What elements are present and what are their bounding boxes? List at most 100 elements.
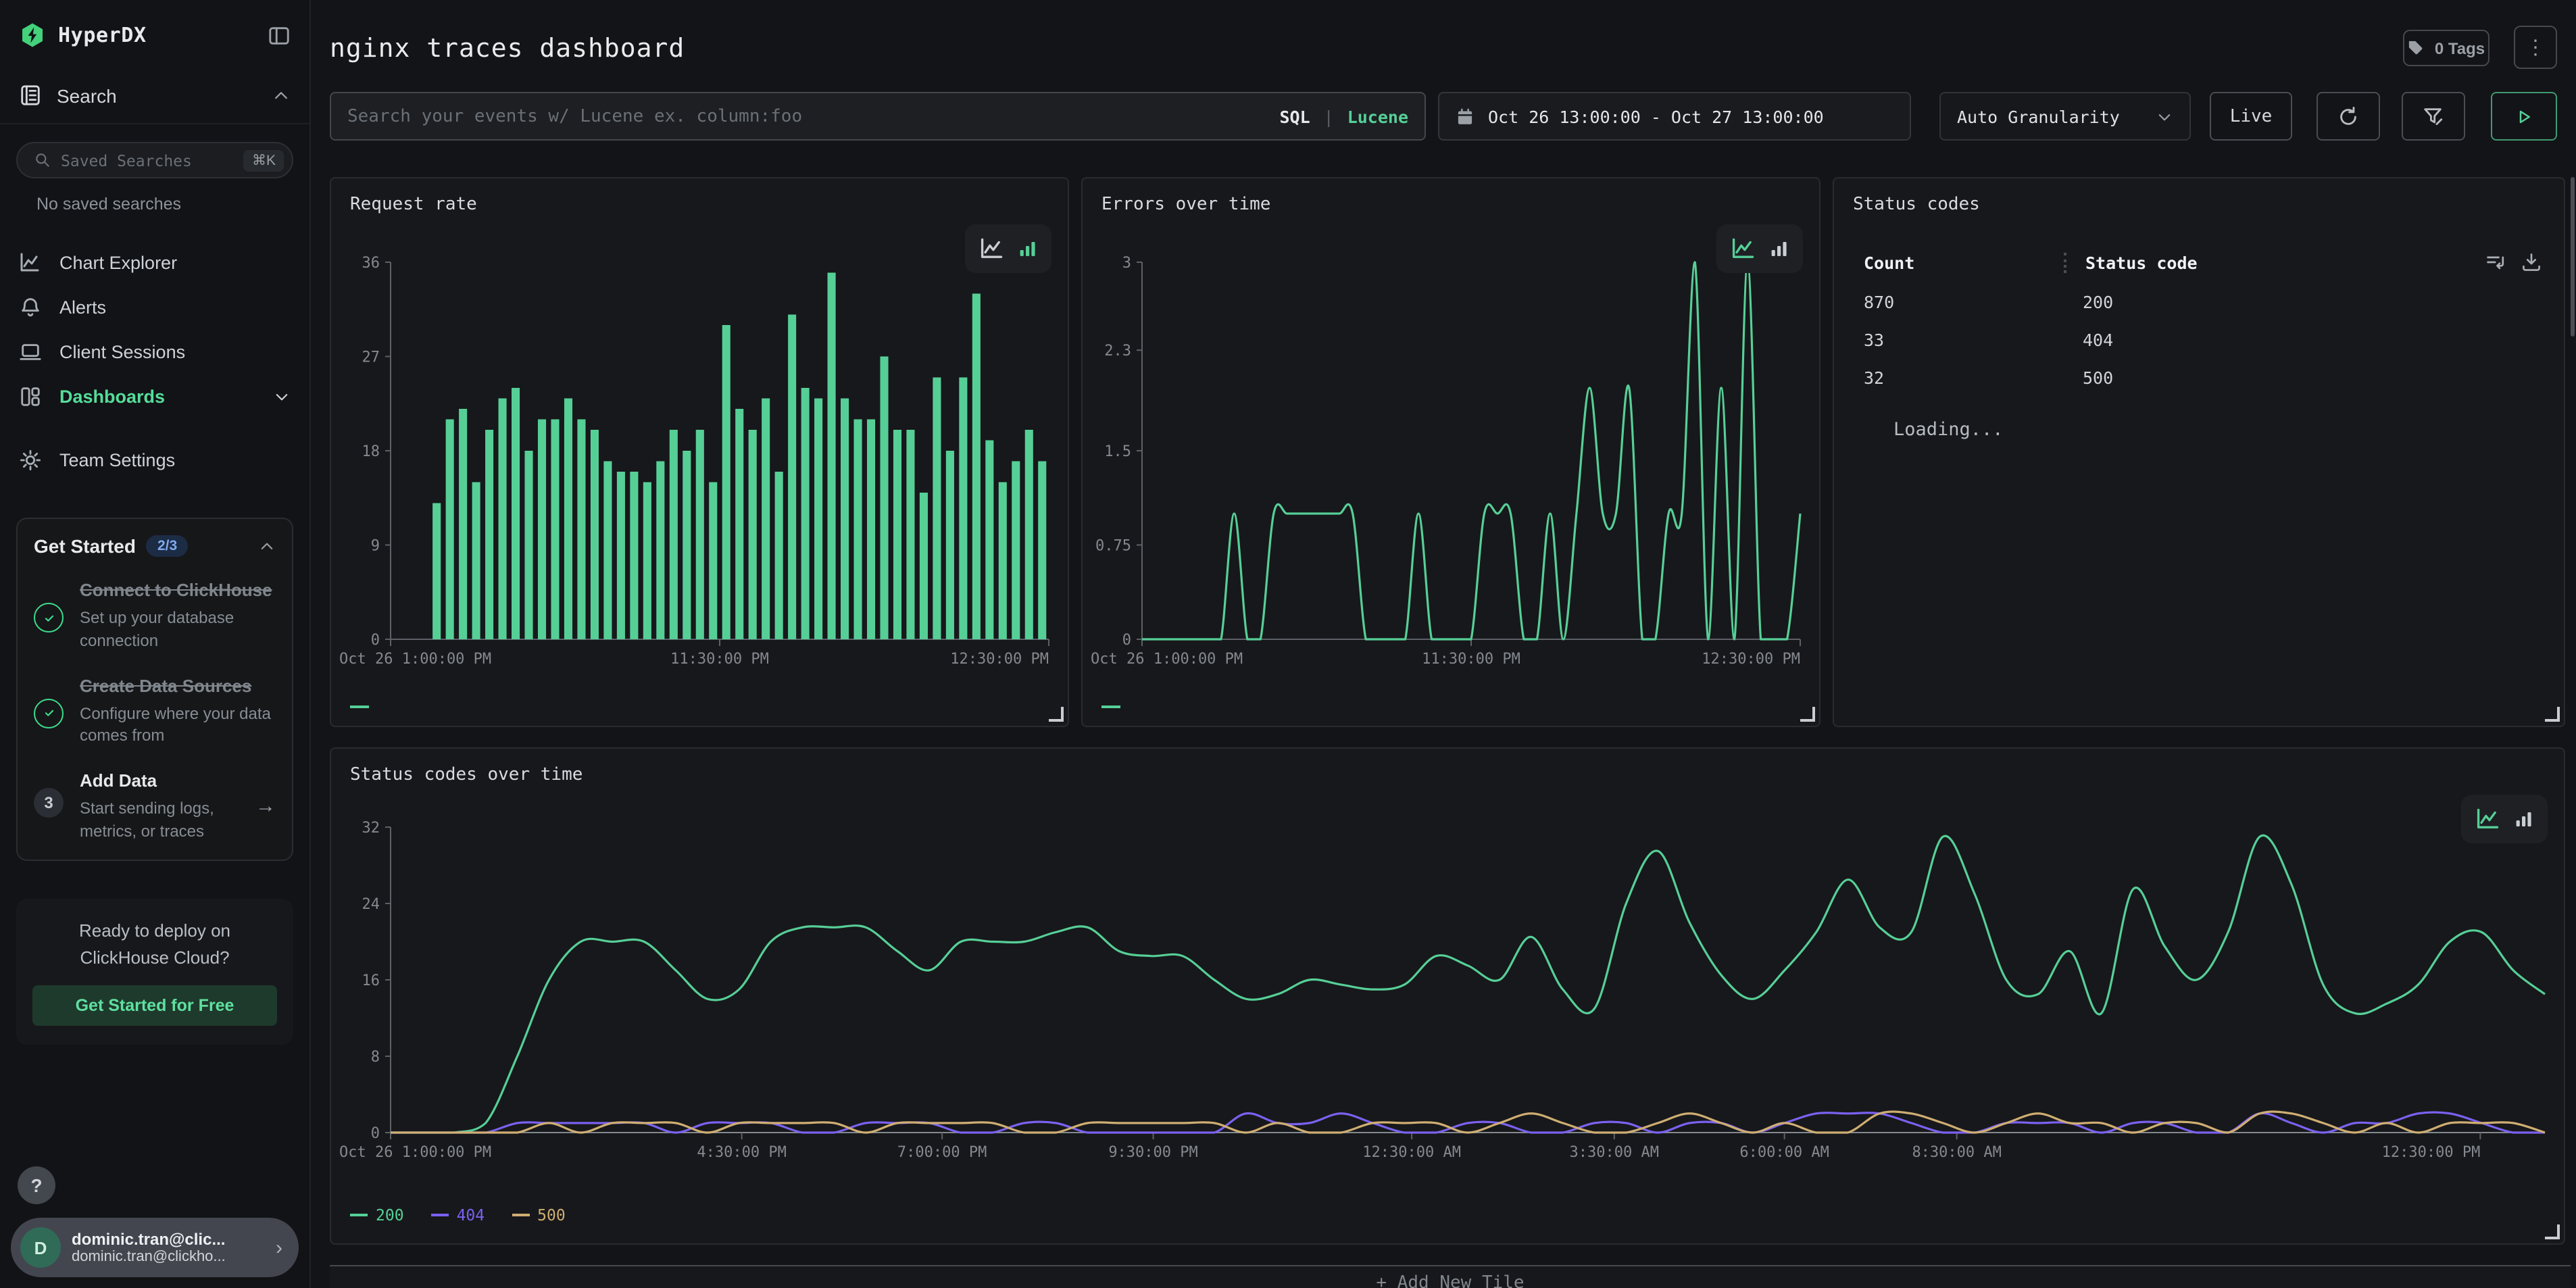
chart-legend: 200 404 500 <box>350 1206 566 1224</box>
logo-row: HyperDX <box>0 0 309 49</box>
event-search-input[interactable]: Search your events w/ Lucene ex. column:… <box>330 92 1426 141</box>
more-menu-button[interactable]: ⋮ <box>2514 26 2557 69</box>
step-desc: Start sending logs, metrics, or traces <box>80 797 239 843</box>
live-button[interactable]: Live <box>2210 92 2292 141</box>
play-icon <box>2514 106 2534 126</box>
granularity-select[interactable]: Auto Granularity <box>1939 92 2191 141</box>
tile-status-codes-over-time: Status codes over time 08162432Oct 26 1:… <box>330 747 2565 1245</box>
chevron-down-icon <box>2156 107 2173 125</box>
step-desc: Set up your database connection <box>80 607 276 652</box>
app-name: HyperDX <box>58 23 255 47</box>
legend-item-404[interactable]: 404 <box>431 1206 485 1224</box>
dashboards-icon <box>19 385 43 408</box>
filter-button[interactable] <box>2402 92 2465 141</box>
user-email: dominic.tran@clickho... <box>72 1249 265 1265</box>
sql-toggle[interactable]: SQL <box>1279 106 1310 126</box>
svg-text:Oct 26 1:00:00 PM: Oct 26 1:00:00 PM <box>1091 651 1243 668</box>
bar-chart-icon[interactable] <box>2512 808 2535 831</box>
arrow-right-icon: → <box>255 795 276 818</box>
request-rate-chart[interactable]: 09182736Oct 26 1:00:00 PM11:30:00 PM12:3… <box>337 251 1057 672</box>
main-content: nginx traces dashboard 0 Tags ⋮ Search y… <box>311 0 2576 1288</box>
chart-type-toggle <box>965 224 1051 273</box>
chevron-right-icon: › <box>276 1236 282 1259</box>
get-started-card: Get Started 2/3 Connect to ClickHouse Se… <box>16 518 293 861</box>
run-query-button[interactable] <box>2491 92 2557 141</box>
step-title: Add Data <box>80 770 157 791</box>
svg-text:36: 36 <box>362 255 380 272</box>
column-header-count[interactable]: Count <box>1864 252 2064 272</box>
collapse-sidebar-icon[interactable] <box>268 24 291 47</box>
get-started-step-sources[interactable]: Create Data Sources Configure where your… <box>34 674 276 747</box>
sidebar-item-chart-explorer[interactable]: Chart Explorer <box>0 241 309 285</box>
user-name: dominic.tran@clic... <box>72 1230 265 1249</box>
chart-explorer-icon <box>19 251 43 274</box>
hyperdx-logo-icon <box>19 22 46 49</box>
bar-chart-icon[interactable] <box>1016 237 1039 260</box>
check-circle-icon <box>34 603 64 633</box>
svg-text:Oct 26 1:00:00 PM: Oct 26 1:00:00 PM <box>339 1144 491 1161</box>
svg-text:24: 24 <box>362 896 380 913</box>
search-icon <box>34 151 51 169</box>
progress-badge: 2/3 <box>147 535 188 557</box>
help-button[interactable]: ? <box>18 1166 55 1204</box>
tile-status-codes: Status codes Count Status code 870 200 3… <box>1833 177 2565 727</box>
sidebar-nav: Chart Explorer Alerts Client Sessions Da… <box>0 241 309 482</box>
legend-item-200[interactable]: 200 <box>350 1206 404 1224</box>
search-section-label: Search <box>57 84 257 106</box>
filter-icon <box>2422 105 2445 128</box>
line-chart-icon[interactable] <box>978 236 1004 262</box>
svg-text:4:30:00 PM: 4:30:00 PM <box>697 1144 786 1161</box>
spacer <box>0 1045 309 1166</box>
column-header-status-code[interactable]: Status code <box>2085 252 2198 272</box>
legend-dash <box>512 1214 529 1216</box>
kebab-icon: ⋮ <box>2525 35 2546 59</box>
get-started-step-connect[interactable]: Connect to ClickHouse Set up your databa… <box>34 578 276 652</box>
status-codes-time-chart[interactable]: 08162432Oct 26 1:00:00 PM4:30:00 PM7:00:… <box>337 816 2553 1165</box>
tile-title: Status codes over time <box>350 765 583 785</box>
svg-text:3:30:00 AM: 3:30:00 AM <box>1570 1144 1659 1161</box>
user-menu[interactable]: D dominic.tran@clic... dominic.tran@clic… <box>11 1218 299 1277</box>
svg-text:7:00:00 PM: 7:00:00 PM <box>897 1144 987 1161</box>
get-started-header[interactable]: Get Started 2/3 <box>34 535 276 557</box>
table-options-icon[interactable] <box>2485 251 2507 273</box>
sidebar-item-alerts[interactable]: Alerts <box>0 285 309 330</box>
sidebar-item-dashboards[interactable]: Dashboards <box>0 374 309 419</box>
series-legend-dash <box>1101 705 1120 708</box>
errors-chart[interactable]: 00.751.52.33Oct 26 1:00:00 PM11:30:00 PM… <box>1088 251 1808 672</box>
line-chart-icon[interactable] <box>1729 236 1755 262</box>
svg-text:Oct 26 1:00:00 PM: Oct 26 1:00:00 PM <box>339 651 491 668</box>
column-resize-handle[interactable] <box>2064 252 2066 272</box>
legend-item-500[interactable]: 500 <box>512 1206 566 1224</box>
add-new-tile-button[interactable]: + Add New Tile <box>330 1265 2571 1288</box>
legend-dash <box>350 1214 368 1216</box>
chevron-down-icon <box>273 388 291 405</box>
tile-errors-over-time: Errors over time 00.751.52.33Oct 26 1:00… <box>1081 177 1820 727</box>
download-icon[interactable] <box>2521 251 2542 273</box>
saved-searches-input[interactable]: Saved Searches ⌘K <box>16 142 293 178</box>
date-range-picker[interactable]: Oct 26 13:00:00 - Oct 27 13:00:00 <box>1438 92 1911 141</box>
svg-text:18: 18 <box>362 443 380 460</box>
svg-text:0: 0 <box>371 1125 380 1142</box>
table-header: Count Status code <box>1864 251 2542 273</box>
sidebar-item-client-sessions[interactable]: Client Sessions <box>0 330 309 374</box>
tile-title: Errors over time <box>1101 195 1270 215</box>
get-started-free-button[interactable]: Get Started for Free <box>32 985 277 1026</box>
get-started-step-add-data[interactable]: 3 Add Data Start sending logs, metrics, … <box>34 769 276 843</box>
tile-request-rate: Request rate 09182736Oct 26 1:00:00 PM11… <box>330 177 1069 727</box>
svg-text:12:30:00 AM: 12:30:00 AM <box>1362 1144 1461 1161</box>
lucene-toggle[interactable]: Lucene <box>1347 106 1408 126</box>
scrollbar-thumb[interactable] <box>2571 177 2575 337</box>
deploy-card: Ready to deploy on ClickHouse Cloud? Get… <box>16 899 293 1045</box>
tile-title: Status codes <box>1853 195 1980 215</box>
sidebar-section-search[interactable]: Search <box>0 49 309 123</box>
bar-chart-icon[interactable] <box>1767 237 1790 260</box>
tile-title: Request rate <box>350 195 477 215</box>
refresh-button[interactable] <box>2317 92 2380 141</box>
sidebar-item-team-settings[interactable]: Team Settings <box>0 438 309 482</box>
svg-text:12:30:00 PM: 12:30:00 PM <box>950 651 1049 668</box>
bell-icon <box>19 296 43 319</box>
sidebar: HyperDX Search Saved Searches ⌘K No save… <box>0 0 311 1288</box>
line-chart-icon[interactable] <box>2474 806 2500 832</box>
calendar-icon <box>1456 106 1475 126</box>
tags-button[interactable]: 0 Tags <box>2403 30 2490 66</box>
